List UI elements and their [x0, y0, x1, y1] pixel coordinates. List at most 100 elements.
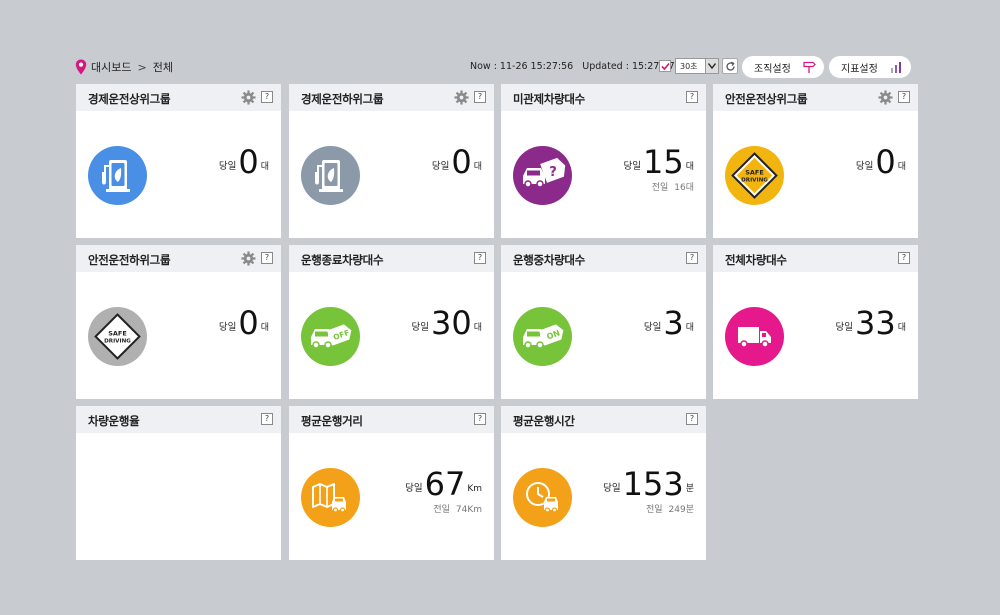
help-button[interactable]: ? [686, 252, 698, 264]
value-number: 0 [238, 304, 259, 342]
value-prefix: 당일 [603, 483, 621, 494]
help-button[interactable]: ? [686, 413, 698, 425]
card-eco-lower: 경제운전하위그룹 ? 당일 0 대 [289, 84, 494, 238]
value-row: 당일 33 대 [836, 307, 906, 339]
fuel-pump-leaf-icon [301, 146, 360, 205]
card-title: 경제운전하위그룹 [301, 92, 384, 106]
value-number: 0 [238, 143, 259, 181]
breadcrumb-current: 전체 [152, 61, 173, 74]
refresh-interval-value: 30초 [680, 61, 698, 71]
value-prefix: 당일 [218, 322, 237, 333]
card-header: 운행종료차량대수 ? [289, 245, 494, 272]
car-on-icon: ON [513, 307, 572, 366]
card-title: 안전운전하위그룹 [88, 253, 171, 267]
previous-label: 전일 [433, 505, 450, 515]
help-button[interactable]: ? [686, 91, 698, 103]
value-prefix: 당일 [623, 161, 641, 172]
value-number: 15 [643, 143, 684, 181]
value-prefix: 당일 [855, 161, 874, 172]
card-title: 경제운전상위그룹 [88, 92, 171, 106]
card-header: 운행중차량대수 ? [501, 245, 706, 272]
refresh-icon [725, 61, 735, 71]
value-row: 당일 0 대 [219, 307, 269, 339]
car-off-icon: OFF [301, 307, 360, 366]
value-unit: 대 [260, 323, 269, 333]
value-number: 0 [451, 143, 472, 181]
sign-text-line2: DRIVING [104, 339, 131, 345]
sign-text-line1: SAFE [745, 169, 764, 177]
value-number: 30 [431, 304, 472, 342]
refresh-interval-select[interactable]: 30초 [675, 58, 719, 74]
top-bar: 대시보드 > 전체 Now : 11-26 15:27:56 Updated :… [75, 56, 920, 79]
checkmark-icon [661, 62, 670, 71]
truck-icon [725, 307, 784, 366]
gear-icon[interactable] [878, 90, 893, 105]
card-operation-rate: 차량운행율 ? [76, 406, 281, 560]
value-number: 3 [663, 304, 684, 342]
clock-car-icon [513, 468, 572, 527]
value-row: 당일 3 대 [644, 307, 694, 339]
previous-number: 74Km [455, 505, 482, 515]
card-header: 평균운행시간 ? [501, 406, 706, 433]
safe-driving-sign-icon: SAFE DRIVING [725, 146, 784, 205]
previous-label: 전일 [651, 183, 669, 193]
card-title: 평균운행시간 [513, 414, 575, 428]
card-header: 미관제차량대수 ? [501, 84, 706, 111]
help-button[interactable]: ? [474, 413, 486, 425]
value-prefix: 당일 [218, 161, 237, 172]
value-row: 당일 0 대 [432, 146, 482, 178]
gear-icon[interactable] [241, 251, 256, 266]
gear-icon[interactable] [454, 90, 469, 105]
previous-value: 전일 16대 [652, 180, 694, 193]
sign-text-line1: SAFE [108, 330, 127, 338]
help-button[interactable]: ? [898, 91, 910, 103]
help-button[interactable]: ? [898, 252, 910, 264]
value-unit: Km [467, 484, 482, 494]
value-prefix: 당일 [411, 322, 429, 333]
kpi-settings-label: 지표설정 [841, 63, 878, 75]
svg-text:?: ? [549, 165, 557, 180]
previous-number: 16대 [674, 183, 694, 193]
value-row: 당일 153 분 [603, 468, 694, 500]
help-button[interactable]: ? [474, 252, 486, 264]
value-row: 당일 30 대 [412, 307, 482, 339]
value-number: 153 [622, 465, 684, 503]
chevron-down-icon [705, 59, 718, 73]
value-number: 67 [424, 465, 466, 503]
value-unit: 분 [685, 484, 694, 494]
sign-text-line2: DRIVING [741, 178, 768, 184]
kpi-settings-button[interactable]: 지표설정 [829, 56, 911, 78]
help-button[interactable]: ? [261, 413, 273, 425]
refresh-button[interactable] [722, 58, 738, 74]
help-button[interactable]: ? [474, 91, 486, 103]
card-total-vehicles: 전체차량대수 ? 당일 33 대 [713, 245, 918, 399]
safe-driving-sign-icon: SAFE DRIVING [88, 307, 147, 366]
auto-refresh-checkbox[interactable] [659, 60, 671, 72]
org-settings-button[interactable]: 조직설정 [742, 56, 824, 78]
card-title: 평균운행거리 [301, 414, 363, 428]
help-button[interactable]: ? [261, 91, 273, 103]
value-row: 당일 0 대 [856, 146, 906, 178]
value-unit: 대 [260, 162, 269, 172]
previous-number: 249분 [668, 505, 694, 515]
fuel-pump-leaf-icon [88, 146, 147, 205]
value-row: 당일 67 Km [405, 468, 482, 500]
breadcrumb-root[interactable]: 대시보드 [91, 59, 131, 75]
breadcrumb: 대시보드 > 전체 [75, 59, 173, 75]
gear-icon[interactable] [241, 90, 256, 105]
card-header: 안전운전하위그룹 ? [76, 245, 281, 272]
card-driving-now: 운행중차량대수 ? ON 당일 3 대 [501, 245, 706, 399]
value-unit: 대 [897, 323, 906, 333]
previous-value: 전일 74Km [433, 502, 482, 515]
location-pin-icon [75, 59, 87, 75]
help-button[interactable]: ? [261, 252, 273, 264]
card-title: 운행종료차량대수 [301, 253, 384, 267]
status-text: Now : 11-26 15:27:56 Updated : 15:27:37 [470, 61, 675, 72]
card-header: 경제운전하위그룹 ? [289, 84, 494, 111]
card-uncontrolled-vehicles: 미관제차량대수 ? ? 당일 15 대 전일 16대 [501, 84, 706, 238]
bar-chart-icon [891, 62, 901, 73]
value-prefix: 당일 [431, 161, 450, 172]
card-avg-distance: 평균운행거리 ? 당일 67 Km 전일 74Km [289, 406, 494, 560]
signpost-icon [803, 61, 816, 73]
card-title: 안전운전상위그룹 [725, 92, 808, 106]
